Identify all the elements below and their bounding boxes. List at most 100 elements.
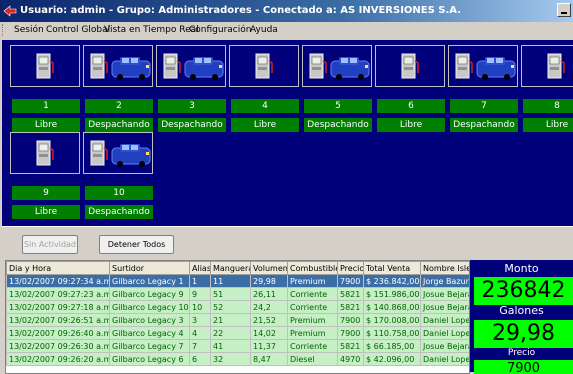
column-header[interactable]: Alias xyxy=(189,261,211,275)
table-cell: 13/02/2007 09:26:40 a.m. xyxy=(6,326,110,340)
fuel-dispenser-icon xyxy=(455,53,473,79)
transactions-table[interactable]: Dia y Hora Surtidor Alias Manguera Volumen Co… xyxy=(5,260,470,374)
table-cell: 7 xyxy=(189,339,211,353)
minimize-button[interactable] xyxy=(557,3,571,17)
fuel-dispenser-icon xyxy=(547,53,565,79)
menu-sesion[interactable]: Sesión xyxy=(14,23,44,37)
table-cell: 13/02/2007 09:26:51 a.m. xyxy=(6,313,110,327)
amount-label: Monto xyxy=(504,262,539,275)
pump-9[interactable]: 9 Libre xyxy=(10,132,82,222)
table-row[interactable]: 13/02/2007 09:26:51 a.m. Gilbarco Legacy … xyxy=(6,313,469,327)
table-cell: Josue Bejarano xyxy=(420,287,469,301)
column-header[interactable]: Surtidor xyxy=(109,261,190,275)
window-title: Usuario: admin - Grupo: Administradores … xyxy=(20,5,462,16)
car-icon xyxy=(184,57,224,80)
menu-vista-tiempo-real[interactable]: Vista en Tiempo Real xyxy=(104,23,199,37)
pump-8[interactable]: 8 Libre xyxy=(521,45,573,135)
table-row[interactable]: 13/02/2007 09:27:23 a.m. Gilbarco Legacy … xyxy=(6,287,469,301)
table-cell: Daniel Lopez xyxy=(420,313,469,327)
pump-number: 8 xyxy=(523,99,573,113)
pump-status: Libre xyxy=(377,118,445,132)
stop-all-button[interactable]: Detener Todos xyxy=(99,235,174,254)
table-cell: 8,47 xyxy=(250,352,288,366)
column-header[interactable]: Manguera xyxy=(210,261,251,275)
pump-5[interactable]: 5 Despachando xyxy=(302,45,374,135)
fuel-dispenser-icon xyxy=(90,53,108,79)
table-cell: 11 xyxy=(210,274,251,288)
pump-display[interactable] xyxy=(448,45,518,87)
table-cell: 13/02/2007 09:26:20 a.m. xyxy=(6,352,110,366)
table-cell: Premium xyxy=(287,326,338,340)
pump-number: 1 xyxy=(12,99,80,113)
table-cell: Corriente xyxy=(287,300,338,314)
pump-status: Despachando xyxy=(158,118,226,132)
pump-number: 5 xyxy=(304,99,372,113)
pump-display[interactable] xyxy=(83,45,153,87)
table-cell: Gilbarco Legacy 10 xyxy=(109,300,190,314)
table-cell: $ 170.008,00 xyxy=(363,313,421,327)
table-cell: 9 xyxy=(189,287,211,301)
pump-status: Despachando xyxy=(450,118,518,132)
pump-number: 3 xyxy=(158,99,226,113)
table-row[interactable]: 13/02/2007 09:26:40 a.m. Gilbarco Legacy … xyxy=(6,326,469,340)
table-cell: $ 151.986,00 xyxy=(363,287,421,301)
pump-status: Libre xyxy=(523,118,573,132)
pump-2[interactable]: 2 Despachando xyxy=(83,45,155,135)
pump-number: 4 xyxy=(231,99,299,113)
pump-number: 9 xyxy=(12,186,80,200)
pump-display[interactable] xyxy=(10,45,80,87)
pump-3[interactable]: 3 Despachando xyxy=(156,45,228,135)
pump-status: Despachando xyxy=(85,205,153,219)
pump-display[interactable] xyxy=(156,45,226,87)
menu-ayuda[interactable]: Ayuda xyxy=(250,23,278,37)
pump-1[interactable]: 1 Libre xyxy=(10,45,82,135)
column-header[interactable]: Nombre Islero xyxy=(420,261,469,275)
table-row[interactable]: 13/02/2007 09:26:20 a.m. Gilbarco Legacy … xyxy=(6,352,469,366)
pump-display[interactable] xyxy=(302,45,372,87)
fuel-dispenser-icon xyxy=(36,53,54,79)
table-row[interactable]: 13/02/2007 09:27:34 a.m. Gilbarco Legacy … xyxy=(6,274,469,288)
pump-status: Despachando xyxy=(85,118,153,132)
idle-button[interactable]: Sin Actividad xyxy=(22,235,78,254)
pump-number: 7 xyxy=(450,99,518,113)
pump-display[interactable] xyxy=(83,132,153,174)
column-header[interactable]: Precio xyxy=(337,261,364,275)
table-cell: Gilbarco Legacy 9 xyxy=(109,287,190,301)
pump-7[interactable]: 7 Despachando xyxy=(448,45,520,135)
column-header[interactable]: Combustible xyxy=(287,261,338,275)
table-cell: Diesel xyxy=(287,352,338,366)
fuel-dispenser-icon xyxy=(163,53,181,79)
column-header[interactable]: Dia y Hora xyxy=(6,261,110,275)
table-cell: Josue Bejarano xyxy=(420,339,469,353)
pump-status: Libre xyxy=(12,118,80,132)
fuel-dispenser-icon xyxy=(401,53,419,79)
pump-10[interactable]: 10 Despachando xyxy=(83,132,155,222)
table-cell: Premium xyxy=(287,313,338,327)
table-cell: Corriente xyxy=(287,287,338,301)
table-cell: 5821 xyxy=(337,300,364,314)
pump-display[interactable] xyxy=(229,45,299,87)
gallons-label: Galones xyxy=(499,304,544,317)
pump-display[interactable] xyxy=(10,132,80,174)
table-cell: 7900 xyxy=(337,326,364,340)
column-header[interactable]: Volumen xyxy=(250,261,288,275)
table-row[interactable]: 13/02/2007 09:27:18 a.m. Gilbarco Legacy … xyxy=(6,300,469,314)
table-cell: 5821 xyxy=(337,339,364,353)
table-cell: $ 110.758,00 xyxy=(363,326,421,340)
table-cell: 41 xyxy=(210,339,251,353)
table-row[interactable]: 13/02/2007 09:26:30 a.m. Gilbarco Legacy … xyxy=(6,339,469,353)
table-cell: 13/02/2007 09:27:23 a.m. xyxy=(6,287,110,301)
menu-control-global[interactable]: Control Global xyxy=(46,23,110,37)
pump-display[interactable] xyxy=(521,45,573,87)
table-cell: 14,02 xyxy=(250,326,288,340)
table-cell: 13/02/2007 09:27:34 a.m. xyxy=(6,274,110,288)
fuel-dispenser-icon xyxy=(36,140,54,166)
pump-panel: 1 Libre 2 Despachando 3 Despachando 4 Libre 5 Des… xyxy=(2,40,573,226)
table-cell: 7900 xyxy=(337,274,364,288)
menu-configuracion[interactable]: Configuración xyxy=(189,23,251,37)
pump-6[interactable]: 6 Libre xyxy=(375,45,447,135)
pump-display[interactable] xyxy=(375,45,445,87)
fuel-dispenser-icon xyxy=(255,53,273,79)
column-header[interactable]: Total Venta xyxy=(363,261,421,275)
pump-4[interactable]: 4 Libre xyxy=(229,45,301,135)
